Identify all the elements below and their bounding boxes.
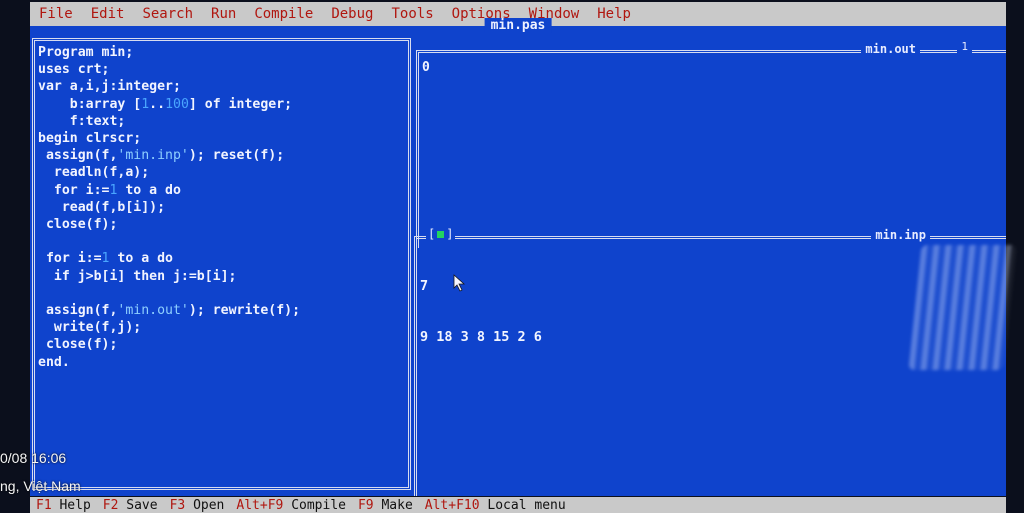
menu-edit[interactable]: Edit — [82, 6, 134, 22]
code-line: write(f,j); — [38, 320, 142, 336]
code-line: b:array [1..100] of integer; — [38, 96, 293, 112]
output-window[interactable]: 1 min.out 0 — [414, 40, 1006, 248]
menu-help[interactable]: Help — [588, 6, 640, 22]
menu-debug[interactable]: Debug — [322, 6, 382, 22]
menu-search[interactable]: Search — [133, 6, 202, 22]
status-local-menu[interactable]: Alt+F10 Local menu — [419, 498, 572, 513]
editor-window[interactable]: Program min; uses crt; var a,i,j:integer; … — [30, 36, 413, 496]
code-line: Program min; — [38, 45, 134, 60]
photo-screen: File Edit Search Run Compile Debug Tools… — [0, 0, 1024, 513]
output-content: 0 — [422, 60, 430, 75]
status-bar: F1 Help F2 Save F3 Open Alt+F9 Compile F… — [30, 497, 1006, 513]
status-make[interactable]: F9 Make — [352, 498, 419, 513]
code-line: for i:=1 to a do — [38, 182, 181, 198]
screen-glare — [908, 245, 1017, 370]
close-box[interactable]: [] — [426, 227, 456, 241]
output-border — [416, 50, 1006, 248]
code-area[interactable]: Program min; uses crt; var a,i,j:integer; … — [38, 44, 300, 371]
code-line: readln(f,a); — [38, 165, 150, 181]
code-line: assign(f,'min.out'); rewrite(f); — [38, 303, 301, 319]
location-overlay: ng, Việt Nam — [0, 478, 81, 494]
code-line: end. — [38, 354, 70, 370]
code-line: uses crt; — [38, 62, 110, 78]
code-line: assign(f,'min.inp'); reset(f); — [38, 148, 285, 164]
code-line: begin clrscr; — [38, 131, 142, 147]
close-square-icon — [437, 231, 445, 238]
input-line-2: 9 18 3 8 15 2 6 — [420, 329, 542, 345]
input-title: min.inp — [871, 228, 930, 242]
menu-run[interactable]: Run — [202, 6, 245, 22]
input-content[interactable]: 7 9 18 3 8 15 2 6 — [420, 244, 542, 380]
menu-compile[interactable]: Compile — [245, 6, 322, 22]
menu-file[interactable]: File — [30, 6, 82, 22]
input-line-1: 7 — [420, 278, 429, 294]
code-line: if j>b[i] then j:=b[i]; — [38, 268, 237, 284]
window-number: 1 — [957, 40, 972, 53]
desktop: Program min; uses crt; var a,i,j:integer; … — [30, 18, 1006, 496]
status-compile[interactable]: Alt+F9 Compile — [230, 498, 352, 513]
code-line: for i:=1 to a do — [38, 251, 174, 267]
status-save[interactable]: F2 Save — [97, 498, 164, 513]
code-line: read(f,b[i]); — [38, 199, 166, 215]
menu-tools[interactable]: Tools — [382, 6, 442, 22]
editor-title: min.pas — [484, 18, 552, 33]
status-open[interactable]: F3 Open — [164, 498, 231, 513]
code-line: f:text; — [38, 113, 126, 129]
code-line: var a,i,j:integer; — [38, 79, 181, 95]
timestamp-overlay: 0/08 16:06 — [0, 450, 67, 466]
output-title: min.out — [861, 42, 920, 56]
code-line: close(f); — [38, 217, 118, 233]
code-line: close(f); — [38, 337, 118, 353]
status-help[interactable]: F1 Help — [30, 498, 97, 513]
